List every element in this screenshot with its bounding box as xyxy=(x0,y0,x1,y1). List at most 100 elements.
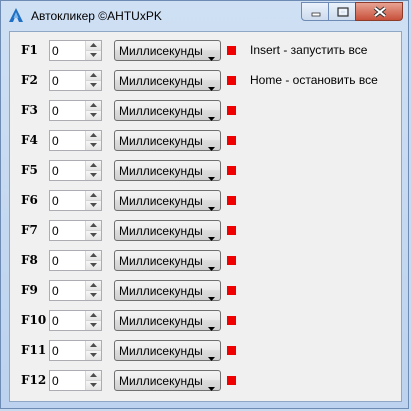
spin-up-button[interactable] xyxy=(86,371,101,381)
maximize-button[interactable] xyxy=(328,2,356,21)
time-unit-dropdown[interactable]: Миллисекунды xyxy=(114,280,221,301)
time-unit-dropdown[interactable]: Миллисекунды xyxy=(114,310,221,331)
spin-up-button[interactable] xyxy=(86,221,101,231)
spin-up-button[interactable] xyxy=(86,311,101,321)
spin-up-button[interactable] xyxy=(86,71,101,81)
interval-spinbox[interactable] xyxy=(49,250,102,271)
time-unit-dropdown[interactable]: Миллисекунды xyxy=(114,220,221,241)
interval-input[interactable] xyxy=(52,43,82,58)
interval-input[interactable] xyxy=(52,253,82,268)
interval-spinbox[interactable] xyxy=(49,340,102,361)
spin-buttons xyxy=(85,341,101,360)
chevron-down-icon xyxy=(208,288,215,306)
spin-buttons xyxy=(85,221,101,240)
time-unit-value: Миллисекунды xyxy=(119,374,203,388)
title-bar[interactable]: Автокликер ©AHTUxPK xyxy=(1,1,408,31)
time-unit-dropdown[interactable]: Миллисекунды xyxy=(114,40,221,61)
timer-row: F12 Миллисекунды xyxy=(10,370,401,392)
function-key-label: F12 xyxy=(21,373,47,387)
spin-down-button[interactable] xyxy=(86,351,101,360)
spin-up-button[interactable] xyxy=(86,281,101,291)
interval-spinbox[interactable] xyxy=(49,100,102,121)
interval-spinbox[interactable] xyxy=(49,190,102,211)
chevron-down-icon xyxy=(208,228,215,246)
interval-input[interactable] xyxy=(52,133,82,148)
time-unit-value: Миллисекунды xyxy=(119,254,203,268)
interval-spinbox[interactable] xyxy=(49,220,102,241)
spin-down-button[interactable] xyxy=(86,231,101,240)
interval-input[interactable] xyxy=(52,313,82,328)
timer-row: F8 Миллисекунды xyxy=(10,250,401,272)
spin-up-button[interactable] xyxy=(86,131,101,141)
timer-row: F9 Миллисекунды xyxy=(10,280,401,302)
interval-input[interactable] xyxy=(52,223,82,238)
time-unit-dropdown[interactable]: Миллисекунды xyxy=(114,160,221,181)
interval-spinbox[interactable] xyxy=(49,130,102,151)
status-indicator xyxy=(227,136,236,145)
spin-down-button[interactable] xyxy=(86,201,101,210)
spin-down-button[interactable] xyxy=(86,171,101,180)
spin-down-button[interactable] xyxy=(86,141,101,150)
spin-down-button[interactable] xyxy=(86,261,101,270)
function-key-label: F8 xyxy=(21,253,38,267)
status-indicator xyxy=(227,346,236,355)
time-unit-value: Миллисекунды xyxy=(119,224,203,238)
timer-row: F11 Миллисекунды xyxy=(10,340,401,362)
interval-input[interactable] xyxy=(52,343,82,358)
timer-row: F6 Миллисекунды xyxy=(10,190,401,212)
interval-input[interactable] xyxy=(52,283,82,298)
window-title: Автокликер ©AHTUxPK xyxy=(31,9,162,23)
spin-buttons xyxy=(85,41,101,60)
spin-buttons xyxy=(85,131,101,150)
status-indicator xyxy=(227,226,236,235)
spin-up-button[interactable] xyxy=(86,251,101,261)
spin-down-button[interactable] xyxy=(86,381,101,390)
time-unit-value: Миллисекунды xyxy=(119,74,203,88)
chevron-down-icon xyxy=(208,108,215,126)
interval-spinbox[interactable] xyxy=(49,280,102,301)
spin-buttons xyxy=(85,101,101,120)
interval-spinbox[interactable] xyxy=(49,40,102,61)
close-button[interactable] xyxy=(355,2,403,21)
spin-down-button[interactable] xyxy=(86,81,101,90)
function-key-label: F9 xyxy=(21,283,38,297)
spin-down-button[interactable] xyxy=(86,111,101,120)
interval-spinbox[interactable] xyxy=(49,370,102,391)
spin-up-button[interactable] xyxy=(86,101,101,111)
chevron-down-icon xyxy=(208,378,215,396)
spin-down-button[interactable] xyxy=(86,291,101,300)
time-unit-dropdown[interactable]: Миллисекунды xyxy=(114,100,221,121)
spin-up-button[interactable] xyxy=(86,161,101,171)
app-window: Автокликер ©AHTUxPK F1 0 Миллисекунды F2… xyxy=(0,0,409,409)
spin-up-button[interactable] xyxy=(86,41,101,51)
time-unit-dropdown[interactable]: Миллисекунды xyxy=(114,70,221,91)
time-unit-value: Миллисекунды xyxy=(119,164,203,178)
status-indicator xyxy=(227,286,236,295)
interval-spinbox[interactable] xyxy=(49,310,102,331)
time-unit-dropdown[interactable]: Миллисекунды xyxy=(114,190,221,211)
spin-down-button[interactable] xyxy=(86,321,101,330)
time-unit-dropdown[interactable]: Миллисекунды xyxy=(114,370,221,391)
interval-input[interactable] xyxy=(52,163,82,178)
timer-row: F7 Миллисекунды xyxy=(10,220,401,242)
spin-buttons xyxy=(85,191,101,210)
time-unit-dropdown[interactable]: Миллисекунды xyxy=(114,130,221,151)
spin-up-button[interactable] xyxy=(86,341,101,351)
function-key-label: F3 xyxy=(21,103,38,117)
interval-spinbox[interactable] xyxy=(49,70,102,91)
time-unit-dropdown[interactable]: Миллисекунды xyxy=(114,340,221,361)
timer-row: F4 Миллисекунды xyxy=(10,130,401,152)
status-indicator xyxy=(227,46,236,55)
spin-buttons xyxy=(85,311,101,330)
interval-input[interactable] xyxy=(52,373,82,388)
status-indicator xyxy=(227,106,236,115)
spin-up-button[interactable] xyxy=(86,191,101,201)
interval-input[interactable] xyxy=(52,103,82,118)
time-unit-dropdown[interactable]: Миллисекунды xyxy=(114,250,221,271)
interval-spinbox[interactable] xyxy=(49,160,102,181)
interval-input[interactable] xyxy=(52,73,82,88)
start-hotkey-hint: Insert - запустить все xyxy=(250,43,368,57)
spin-down-button[interactable] xyxy=(86,51,101,60)
interval-input[interactable] xyxy=(52,193,82,208)
minimize-button[interactable] xyxy=(301,2,329,21)
